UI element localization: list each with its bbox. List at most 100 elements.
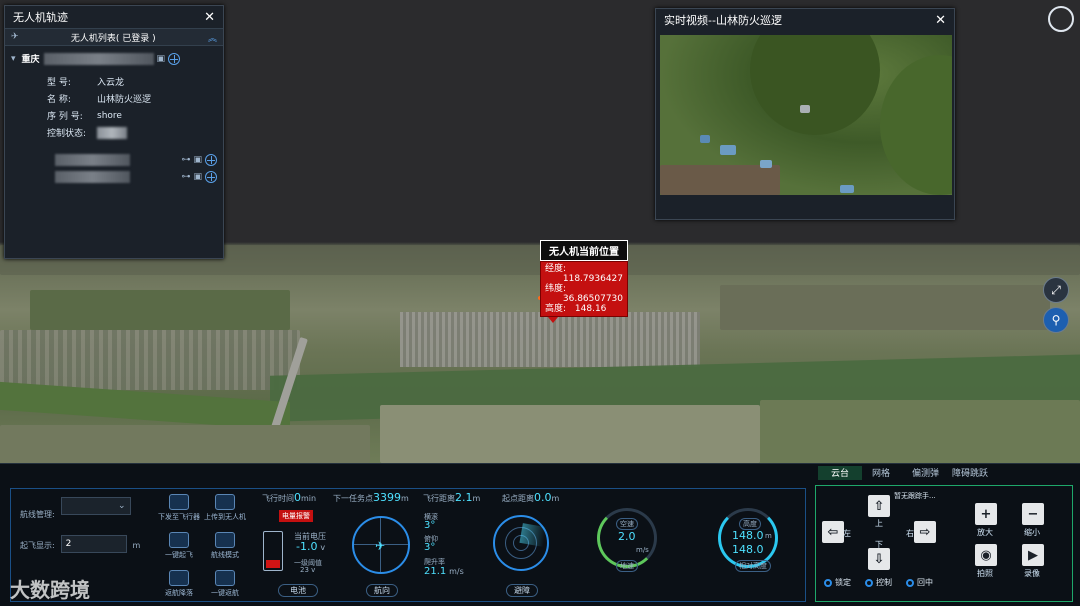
route-icon[interactable]: ⊶: [181, 172, 190, 182]
lat-label: 纬度:: [545, 284, 567, 294]
redacted-text: [55, 170, 130, 183]
drone-row[interactable]: ⊶ ▣: [11, 168, 217, 185]
chevron-down-icon: ⌄: [118, 501, 126, 511]
video-icon[interactable]: ▣: [157, 54, 166, 64]
radio-circle-icon: [824, 578, 832, 587]
tab-gimbal[interactable]: 云台: [818, 466, 862, 480]
route-label: 航线管理:: [20, 510, 55, 519]
camera-icon[interactable]: ◉: [975, 544, 997, 566]
altitude-value: 148.0: [732, 529, 764, 542]
record-label: 录像: [1024, 569, 1040, 578]
field-key: 序 列 号:: [47, 112, 83, 122]
terrain-field: [720, 285, 1050, 330]
trajectory-panel-title: 无人机轨迹: [13, 11, 68, 24]
video-roof: [700, 135, 710, 143]
popup-title: 无人机当前位置: [540, 240, 628, 261]
lon-label: 经度:: [545, 264, 567, 274]
route-icon[interactable]: ⊶: [181, 155, 190, 165]
drone-details: 型 号: 入云龙 名 称: 山林防火巡逻 序 列 号: shore 控制状态:: [11, 73, 217, 141]
radio-control[interactable]: 控制: [865, 577, 892, 588]
field-value: 入云龙: [97, 78, 125, 88]
up-label: 上: [875, 519, 883, 528]
height-input[interactable]: 2: [60, 535, 127, 553]
field-row: 型 号: 入云龙: [47, 73, 217, 90]
field-value: 山林防火巡逻: [97, 95, 152, 105]
chevron-down-icon[interactable]: ▾: [11, 54, 16, 64]
tab-heading[interactable]: 航向: [366, 584, 398, 597]
radio-center[interactable]: 回中: [906, 577, 933, 588]
route-mode-button[interactable]: 航线模式: [203, 532, 247, 560]
video-roof: [760, 160, 772, 168]
tab-ranging[interactable]: 偏测弹: [912, 466, 939, 480]
location-pin-icon[interactable]: ⚲: [1043, 307, 1069, 333]
measure-icon[interactable]: ⤢: [1043, 277, 1069, 303]
trajectory-panel: 无人机轨迹 ✕ ✈ 无人机列表( 已登录 ) ︽ ▾ 重庆 ▣ 型 号: 入云龙 …: [4, 5, 224, 259]
zoom-in-icon[interactable]: +: [975, 503, 997, 525]
route-icon: [215, 532, 235, 548]
redacted-text: [43, 52, 154, 65]
video-roof: [800, 105, 810, 113]
tab-battery[interactable]: 电池: [278, 584, 318, 597]
tab-obstacle-jump[interactable]: 障碍跳跃: [952, 466, 988, 480]
collapse-icon[interactable]: ︽: [208, 31, 217, 44]
relative-altitude-label: 相对高度: [735, 560, 771, 572]
up-arrow-icon[interactable]: ⇧: [868, 495, 890, 517]
drone-row[interactable]: ⊶ ▣: [11, 151, 217, 168]
right-arrow-icon[interactable]: ⇨: [914, 521, 936, 543]
field-row: 名 称: 山林防火巡逻: [47, 90, 217, 107]
alt-value: 148.16: [574, 304, 607, 314]
tab-grid[interactable]: 网格: [872, 466, 890, 480]
field-row: 序 列 号: shore: [47, 107, 217, 124]
video-icon[interactable]: ▣: [193, 155, 202, 165]
land-button[interactable]: 返航降落: [158, 570, 200, 598]
lat-value: 36.86507730: [562, 294, 623, 304]
close-icon[interactable]: ✕: [935, 13, 946, 28]
groundspeed-label: 地速: [616, 560, 638, 572]
upload-drone-button[interactable]: 上传到无人机: [203, 494, 247, 522]
zoom-out-icon[interactable]: −: [1022, 503, 1044, 525]
takeoff-button[interactable]: 一键起飞: [158, 532, 200, 560]
radio-lock[interactable]: 锁定: [824, 577, 851, 588]
altitude-unit: m: [765, 532, 772, 540]
locate-icon[interactable]: [205, 170, 217, 183]
locate-icon[interactable]: [205, 153, 217, 166]
land-icon: [169, 570, 189, 586]
down-arrow-icon[interactable]: ⇩: [868, 548, 890, 570]
home-distance: 起点距离0.0m: [502, 491, 560, 504]
locate-icon[interactable]: [168, 52, 181, 65]
compass-icon[interactable]: [1048, 6, 1074, 32]
battery-icon: [263, 531, 283, 571]
video-icon[interactable]: ▣: [193, 172, 202, 182]
zoom-in-label: 放大: [977, 528, 993, 537]
video-hill: [880, 55, 952, 195]
trajectory-panel-header: 无人机轨迹 ✕: [5, 6, 223, 28]
urban-area: [0, 330, 300, 390]
tab-obstacle[interactable]: 避障: [506, 584, 538, 597]
height-unit: m: [132, 541, 141, 550]
drone-icon: [215, 494, 235, 510]
climb-readout: 21.1 m/s: [424, 566, 464, 577]
return-home-button[interactable]: 一键返航: [203, 570, 247, 598]
photo-label: 拍照: [977, 569, 993, 578]
group-label: 重庆: [21, 55, 40, 65]
next-waypoint: 下一任务点3399m: [333, 491, 409, 504]
record-icon[interactable]: ▶: [1022, 544, 1044, 566]
drone-list-title: 无人机列表( 已登录 ): [70, 33, 156, 44]
popup-pointer: [548, 317, 558, 323]
watermark-text: 大数跨境: [10, 578, 90, 602]
left-arrow-icon[interactable]: ⇦: [822, 521, 844, 543]
group-row[interactable]: ▾ 重庆 ▣: [11, 50, 217, 67]
route-select[interactable]: ⌄: [60, 497, 131, 515]
video-feed[interactable]: [660, 35, 952, 195]
gimbal-mode-label: 暂无跟踪手...: [894, 492, 936, 500]
route-manager: 航线管理: ⌄: [20, 497, 131, 520]
airspeed-unit: m/s: [636, 546, 649, 554]
video-roof: [720, 145, 736, 155]
radio-circle-icon: [865, 578, 873, 587]
close-icon[interactable]: ✕: [204, 10, 215, 25]
terrain-field: [30, 290, 290, 330]
zoom-out-label: 缩小: [1024, 528, 1040, 537]
battery-level: [266, 560, 280, 568]
upload-route-button[interactable]: 下发至飞行器: [158, 494, 200, 522]
drone-list-header[interactable]: ✈ 无人机列表( 已登录 ) ︽: [5, 28, 223, 46]
